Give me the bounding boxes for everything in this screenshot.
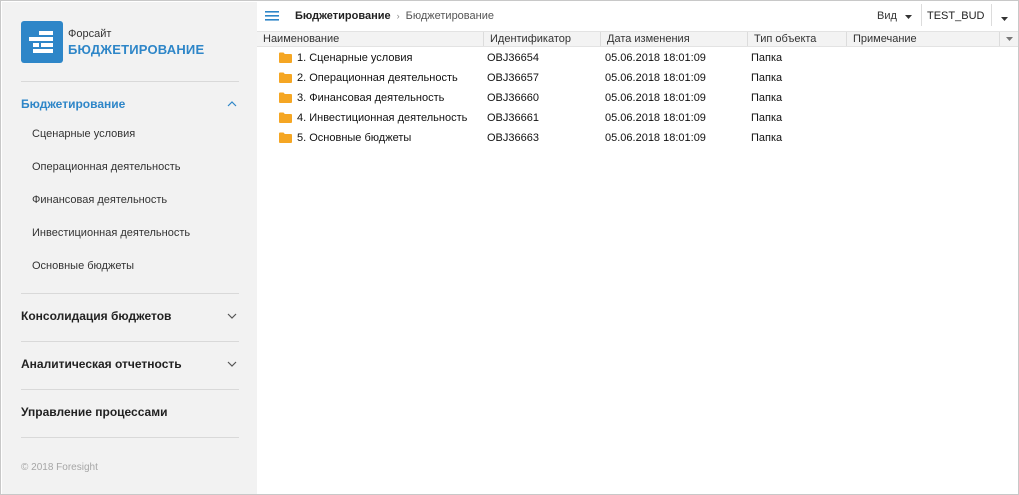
cell-date: 05.06.2018 18:01:09	[605, 72, 706, 84]
sidebar-item-investment[interactable]: Инвестиционная деятельность	[32, 225, 190, 241]
table-row[interactable]: 3. Финансовая деятельность OBJ36660 05.06.…	[257, 88, 1018, 108]
user-name: TEST_BUD	[927, 10, 985, 22]
nav-section-consolidation[interactable]: Консолидация бюджетов	[21, 306, 239, 326]
logo[interactable]: Форсайт БЮДЖЕТИРОВАНИЕ	[21, 21, 241, 63]
divider	[21, 293, 239, 294]
divider	[21, 437, 239, 438]
logo-icon	[21, 21, 63, 63]
column-header-type[interactable]: Тип объекта	[748, 32, 847, 46]
breadcrumb: Бюджетирование › Бюджетирование	[295, 10, 494, 22]
logo-company: Форсайт	[68, 27, 112, 40]
caret-down-icon	[904, 10, 912, 22]
folder-icon	[279, 112, 292, 123]
nav-section-label: Аналитическая отчетность	[21, 357, 182, 371]
chevron-up-icon	[225, 97, 239, 111]
nav-section-label: Бюджетирование	[21, 97, 126, 111]
cell-id: OBJ36657	[487, 72, 539, 84]
folder-icon	[279, 52, 292, 63]
cell-date: 05.06.2018 18:01:09	[605, 112, 706, 124]
divider	[21, 341, 239, 342]
cell-name: 5. Основные бюджеты	[297, 132, 412, 144]
sidebar-item-operational[interactable]: Операционная деятельность	[32, 159, 180, 175]
copyright: © 2018 Foresight	[21, 462, 98, 473]
table-row[interactable]: 1. Сценарные условия OBJ36654 05.06.2018 1…	[257, 48, 1018, 68]
chevron-down-icon	[225, 357, 239, 371]
divider	[21, 81, 239, 82]
divider	[921, 4, 922, 26]
nav-section-label: Управление процессами	[21, 405, 168, 419]
cell-id: OBJ36654	[487, 52, 539, 64]
cell-id: OBJ36663	[487, 132, 539, 144]
folder-icon	[279, 72, 292, 83]
cell-name: 3. Финансовая деятельность	[297, 92, 445, 104]
column-header-name[interactable]: Наименование	[257, 32, 484, 46]
cell-name: 4. Инвестиционная деятельность	[297, 112, 468, 124]
nav-section-process-management[interactable]: Управление процессами	[21, 402, 239, 422]
table-row[interactable]: 4. Инвестиционная деятельность OBJ36661 05…	[257, 108, 1018, 128]
view-dropdown-label: Вид	[877, 10, 897, 22]
breadcrumb-root[interactable]: Бюджетирование	[295, 10, 391, 22]
table-header: Наименование Идентификатор Дата изменени…	[257, 31, 1018, 47]
cell-name: 2. Операционная деятельность	[297, 72, 458, 84]
topbar: Бюджетирование › Бюджетирование Вид TEST…	[257, 2, 1018, 30]
folder-icon	[279, 132, 292, 143]
divider	[21, 389, 239, 390]
sidebar-item-scenario[interactable]: Сценарные условия	[32, 126, 135, 142]
logo-product: БЮДЖЕТИРОВАНИЕ	[68, 41, 205, 57]
view-dropdown[interactable]: Вид	[877, 8, 912, 24]
cell-id: OBJ36660	[487, 92, 539, 104]
cell-type: Папка	[751, 52, 783, 64]
caret-down-icon[interactable]	[1001, 12, 1008, 24]
nav-section-label: Консолидация бюджетов	[21, 309, 172, 323]
cell-date: 05.06.2018 18:01:09	[605, 52, 706, 64]
sidebar-item-financial[interactable]: Финансовая деятельность	[32, 192, 167, 208]
cell-type: Папка	[751, 92, 783, 104]
cell-date: 05.06.2018 18:01:09	[605, 132, 706, 144]
table-row[interactable]: 5. Основные бюджеты OBJ36663 05.06.2018 18…	[257, 128, 1018, 148]
column-header-note[interactable]: Примечание	[847, 32, 999, 46]
cell-type: Папка	[751, 72, 783, 84]
table-row[interactable]: 2. Операционная деятельность OBJ36657 05.0…	[257, 68, 1018, 88]
column-menu-icon[interactable]	[999, 32, 1018, 46]
nav-section-budgeting[interactable]: Бюджетирование	[21, 94, 239, 114]
cell-id: OBJ36661	[487, 112, 539, 124]
nav-section-analytics[interactable]: Аналитическая отчетность	[21, 354, 239, 374]
column-header-date[interactable]: Дата изменения	[601, 32, 748, 46]
user-menu[interactable]: TEST_BUD	[927, 8, 984, 24]
chevron-down-icon	[225, 309, 239, 323]
cell-type: Папка	[751, 112, 783, 124]
chevron-right-icon: ›	[396, 11, 400, 21]
sidebar-item-main-budgets[interactable]: Основные бюджеты	[32, 258, 134, 274]
cell-date: 05.06.2018 18:01:09	[605, 92, 706, 104]
table-body: 1. Сценарные условия OBJ36654 05.06.2018 1…	[257, 48, 1018, 494]
column-header-id[interactable]: Идентификатор	[484, 32, 601, 46]
menu-icon[interactable]	[265, 11, 279, 23]
breadcrumb-current: Бюджетирование	[405, 10, 494, 22]
folder-icon	[279, 92, 292, 103]
sidebar: Форсайт БЮДЖЕТИРОВАНИЕ Бюджетирование Сц…	[2, 2, 257, 494]
cell-name: 1. Сценарные условия	[297, 52, 413, 64]
cell-type: Папка	[751, 132, 783, 144]
app-window: Форсайт БЮДЖЕТИРОВАНИЕ Бюджетирование Сц…	[0, 0, 1019, 495]
divider	[991, 4, 992, 26]
